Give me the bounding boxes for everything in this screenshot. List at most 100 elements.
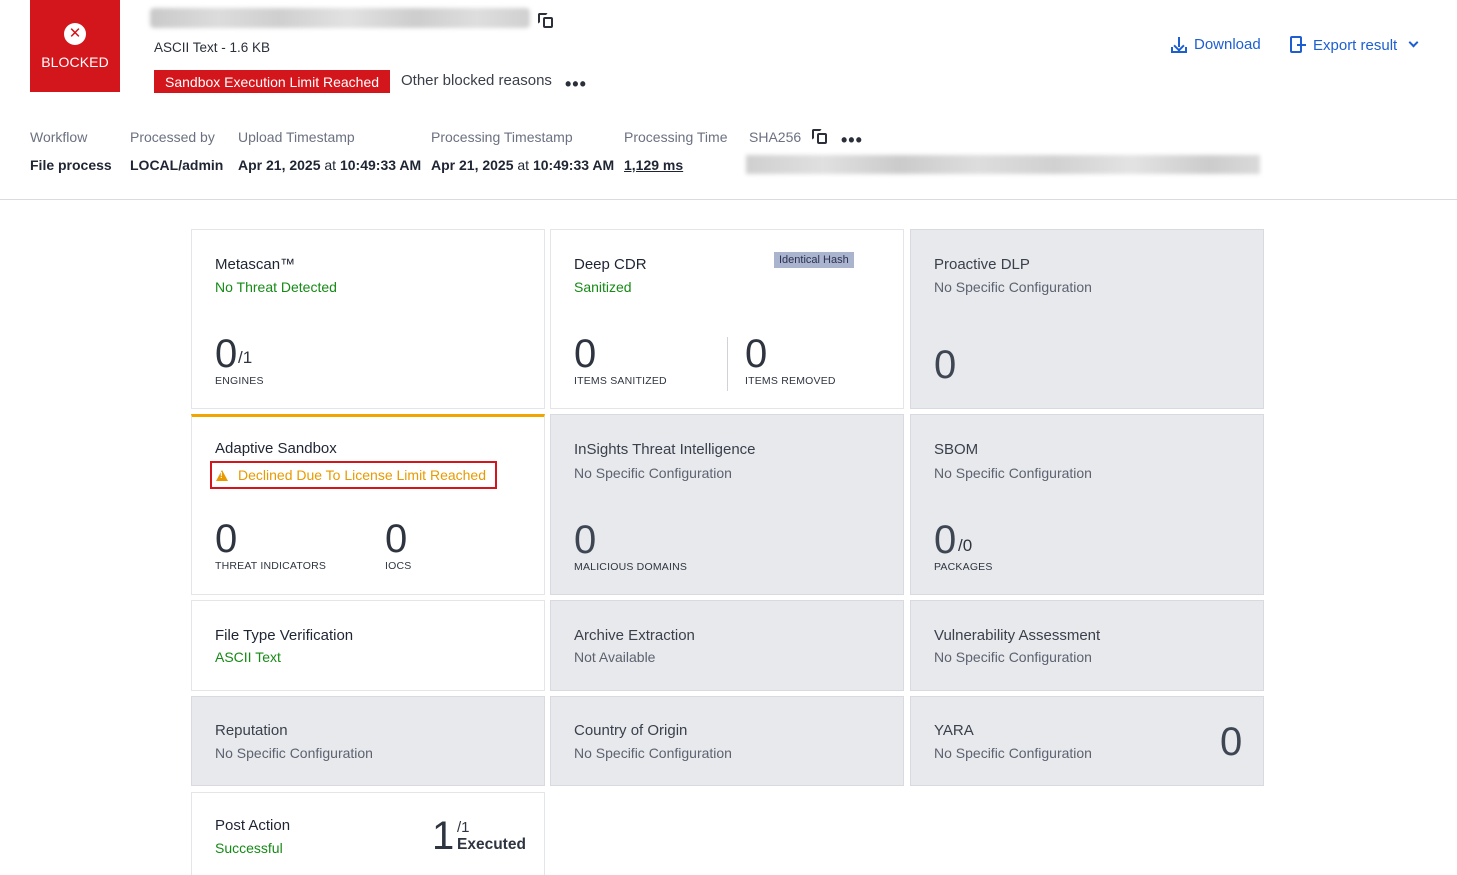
card-status: No Specific Configuration bbox=[934, 649, 1092, 665]
packages-total: /0 bbox=[958, 536, 973, 555]
card-status: No Threat Detected bbox=[215, 279, 337, 295]
chevron-down-icon bbox=[1408, 37, 1419, 48]
card-post-action[interactable]: Post Action Successful 1 /1 Executed bbox=[191, 792, 545, 875]
date: Apr 21, 2025 bbox=[238, 157, 321, 173]
card-country-of-origin[interactable]: Country of Origin No Specific Configurat… bbox=[550, 696, 904, 786]
download-button[interactable]: Download bbox=[1171, 36, 1261, 53]
executed-count: 1 bbox=[432, 814, 455, 858]
num-label: PACKAGES bbox=[934, 561, 993, 573]
card-title: Adaptive Sandbox bbox=[215, 440, 337, 457]
at-word: at bbox=[324, 157, 337, 173]
card-title: Reputation bbox=[215, 722, 288, 739]
packages-count: 0 bbox=[934, 518, 957, 562]
card-insights-threat-intelligence[interactable]: InSights Threat Intelligence No Specific… bbox=[550, 414, 904, 595]
card-status: ASCII Text bbox=[215, 649, 281, 665]
card-reputation[interactable]: Reputation No Specific Configuration bbox=[191, 696, 545, 786]
time: 10:49:33 AM bbox=[339, 157, 422, 173]
at-word: at bbox=[517, 157, 530, 173]
engines-total: /1 bbox=[238, 348, 253, 367]
sha256-value-redacted bbox=[746, 155, 1260, 174]
meta-workflow: Workflow File process bbox=[30, 129, 112, 173]
meta-upload-timestamp: Upload Timestamp Apr 21, 2025 at 10:49:3… bbox=[238, 129, 421, 173]
card-title: InSights Threat Intelligence bbox=[574, 441, 756, 458]
meta-value: File process bbox=[30, 157, 112, 173]
card-file-type-verification[interactable]: File Type Verification ASCII Text bbox=[191, 600, 545, 691]
meta-label: Upload Timestamp bbox=[238, 129, 355, 145]
num-label: MALICIOUS DOMAINS bbox=[574, 561, 688, 573]
identical-hash-badge: Identical Hash bbox=[774, 252, 854, 268]
card-yara[interactable]: YARA No Specific Configuration 0 bbox=[910, 696, 1264, 786]
card-metascan[interactable]: Metascan™ No Threat Detected 0 /1 ENGINE… bbox=[191, 229, 545, 409]
verdict-label: BLOCKED bbox=[41, 53, 109, 70]
card-status: No Specific Configuration bbox=[215, 745, 373, 761]
card-status: Declined Due To License Limit Reached bbox=[238, 467, 486, 483]
meta-value: Apr 21, 2025 at 10:49:33 AM bbox=[238, 157, 421, 173]
card-title: Metascan™ bbox=[215, 256, 296, 273]
num-label: IOCS bbox=[385, 560, 412, 572]
warning-icon bbox=[216, 469, 228, 481]
meta-label: Processing Time bbox=[624, 129, 728, 145]
card-status: No Specific Configuration bbox=[934, 465, 1092, 481]
items-sanitized-count: 0 bbox=[574, 332, 597, 376]
threat-indicators-count: 0 bbox=[215, 517, 238, 561]
malicious-domains-count: 0 bbox=[574, 518, 597, 562]
file-meta: ASCII Text - 1.6 KB bbox=[154, 40, 271, 55]
file-name-redacted bbox=[150, 8, 530, 28]
download-icon bbox=[1171, 36, 1187, 53]
yara-count: 0 bbox=[1220, 720, 1243, 764]
time: 10:49:33 AM bbox=[532, 157, 615, 173]
meta-sha256: SHA256 bbox=[749, 129, 801, 145]
card-status: Successful bbox=[215, 840, 283, 856]
verdict-badge: ✕ BLOCKED bbox=[30, 0, 120, 92]
card-proactive-dlp[interactable]: Proactive DLP No Specific Configuration … bbox=[910, 229, 1264, 409]
meta-processed-by: Processed by LOCAL/admin bbox=[130, 129, 223, 173]
date: Apr 21, 2025 bbox=[431, 157, 514, 173]
card-vulnerability-assessment[interactable]: Vulnerability Assessment No Specific Con… bbox=[910, 600, 1264, 691]
num-label: ITEMS SANITIZED bbox=[574, 375, 667, 387]
card-title: Post Action bbox=[215, 817, 291, 834]
card-adaptive-sandbox[interactable]: Adaptive Sandbox Declined Due To License… bbox=[191, 414, 545, 595]
card-status: No Specific Configuration bbox=[934, 745, 1092, 761]
meta-processing-time: Processing Time 1,129 ms bbox=[624, 129, 727, 173]
download-label: Download bbox=[1194, 36, 1261, 53]
card-status: No Specific Configuration bbox=[934, 279, 1092, 295]
card-title: File Type Verification bbox=[215, 627, 354, 644]
card-title: Vulnerability Assessment bbox=[934, 627, 1101, 644]
meta-value: LOCAL/admin bbox=[130, 157, 224, 173]
card-title: Deep CDR bbox=[574, 256, 647, 273]
engines-count: 0 bbox=[215, 332, 238, 376]
iocs-count: 0 bbox=[385, 517, 408, 561]
close-circle-icon: ✕ bbox=[64, 22, 86, 45]
processing-time-link[interactable]: 1,129 ms bbox=[624, 157, 727, 173]
export-result-button[interactable]: Export result bbox=[1290, 36, 1419, 54]
num-label: ENGINES bbox=[215, 375, 264, 387]
other-blocked-reasons[interactable]: Other blocked reasons bbox=[401, 72, 552, 89]
blocked-reason-badge: Sandbox Execution Limit Reached bbox=[154, 70, 391, 93]
export-label: Export result bbox=[1313, 36, 1398, 54]
card-status: Not Available bbox=[574, 649, 656, 665]
card-status: No Specific Configuration bbox=[574, 465, 732, 481]
num-label: ITEMS REMOVED bbox=[745, 375, 836, 387]
card-status: Sanitized bbox=[574, 279, 632, 295]
card-archive-extraction[interactable]: Archive Extraction Not Available bbox=[550, 600, 904, 691]
divider bbox=[727, 337, 728, 391]
meta-label: Workflow bbox=[30, 129, 88, 145]
card-status: No Specific Configuration bbox=[574, 745, 732, 761]
card-sbom[interactable]: SBOM No Specific Configuration 0 /0 PACK… bbox=[910, 414, 1264, 595]
export-icon bbox=[1290, 36, 1306, 54]
copy-icon[interactable] bbox=[812, 129, 828, 145]
card-title: SBOM bbox=[934, 441, 979, 458]
num-label: THREAT INDICATORS bbox=[215, 560, 327, 572]
card-deep-cdr[interactable]: Deep CDR Identical Hash Sanitized 0 ITEM… bbox=[550, 229, 904, 409]
card-title: YARA bbox=[934, 722, 974, 739]
copy-icon[interactable] bbox=[538, 13, 554, 29]
meta-label: Processed by bbox=[130, 129, 215, 145]
dlp-count: 0 bbox=[934, 343, 957, 387]
executed-label: Executed bbox=[457, 836, 526, 853]
more-options-icon[interactable]: ••• bbox=[565, 75, 587, 93]
card-title: Country of Origin bbox=[574, 722, 688, 739]
more-options-icon[interactable]: ••• bbox=[841, 131, 863, 149]
header-divider bbox=[0, 199, 1457, 200]
sandbox-warning-highlight: Declined Due To License Limit Reached bbox=[210, 461, 497, 489]
meta-processing-timestamp: Processing Timestamp Apr 21, 2025 at 10:… bbox=[431, 129, 614, 173]
